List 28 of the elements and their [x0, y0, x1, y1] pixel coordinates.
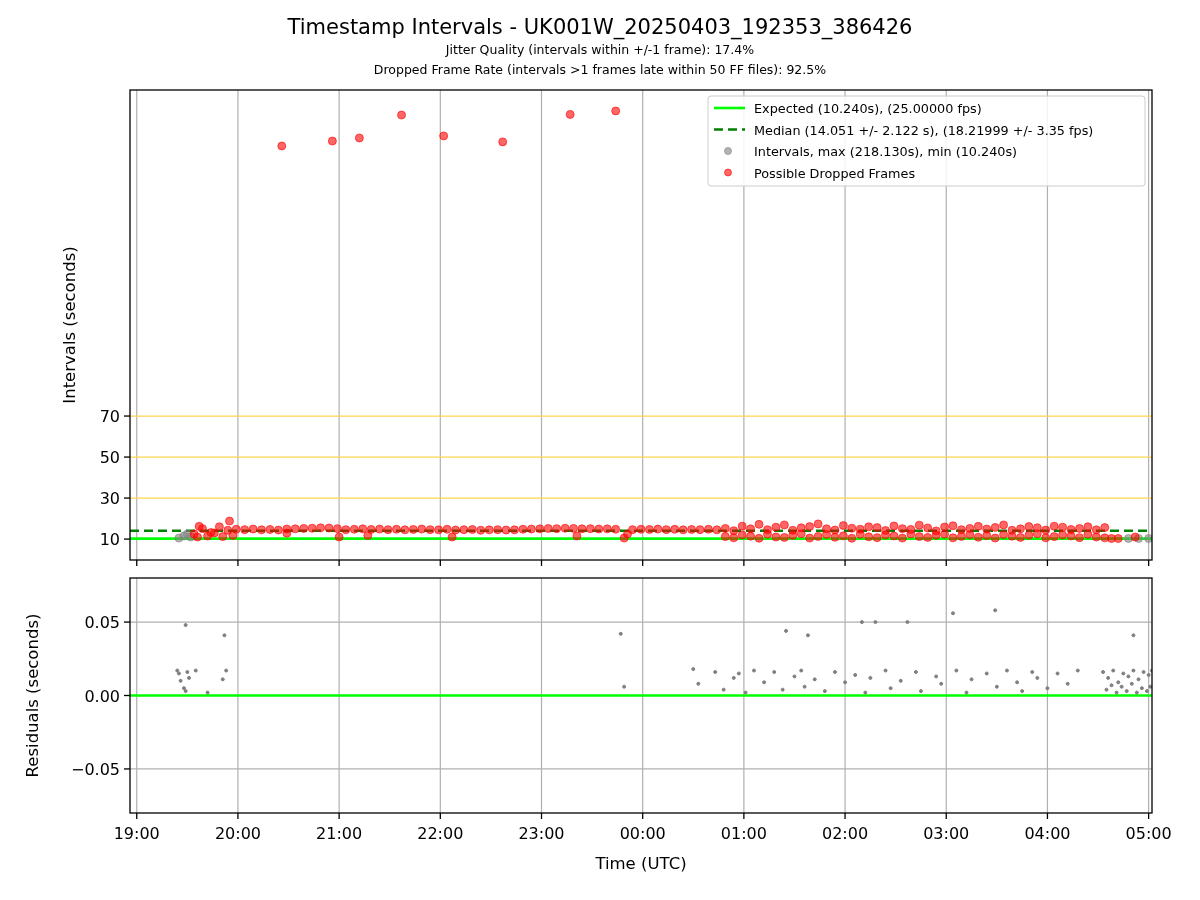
axis-tick-label: 01:00: [720, 824, 767, 843]
axis-tick-label: 02:00: [822, 824, 869, 843]
chart-title: Timestamp Intervals - UK001W_20250403_192353_386426: [287, 14, 913, 40]
axis-tick-label: 30: [99, 489, 120, 509]
axis-title: Residuals (seconds): [23, 613, 42, 778]
axis-tick-label: 21:00: [316, 824, 363, 843]
axis-tick-label: 0.05: [84, 613, 120, 633]
axis-tick-label: 23:00: [518, 824, 565, 843]
chart-subtitle: Jitter Quality (intervals within +/-1 frame): 17.4%: [445, 41, 755, 59]
axis-tick-label: 20:00: [214, 824, 261, 843]
axis-title: Intervals (seconds): [60, 246, 79, 404]
legend-label: Expected (10.240s), (25.00000 fps): [754, 101, 982, 116]
legend-label: Median (14.051 +/- 2.122 s), (18.21999 +/- 3.35 fps): [754, 122, 1094, 138]
axis-tick-label: 50: [99, 448, 120, 468]
axis-tick-label: 05:00: [1125, 824, 1172, 843]
axis-tick-label: 22:00: [417, 824, 464, 843]
axis-tick-label: 10: [99, 530, 120, 550]
axis-tick-label: 0.00: [84, 686, 120, 706]
axis-tick-label: 04:00: [1024, 824, 1071, 843]
axis-tick-label: 03:00: [923, 824, 970, 843]
axis-tick-label: 19:00: [113, 824, 160, 843]
axis-tick-label: −0.05: [70, 759, 120, 779]
axis-title: Time (UTC): [595, 854, 687, 873]
legend-label: Possible Dropped Frames: [754, 165, 916, 181]
chart-subtitle: Dropped Frame Rate (intervals >1 frames late within 50 FF files): 92.5%: [373, 61, 827, 79]
axis-tick-label: 70: [99, 407, 120, 427]
axis-tick-label: 00:00: [619, 824, 666, 843]
legend-label: Intervals, max (218.130s), min (10.240s): [754, 144, 1018, 159]
